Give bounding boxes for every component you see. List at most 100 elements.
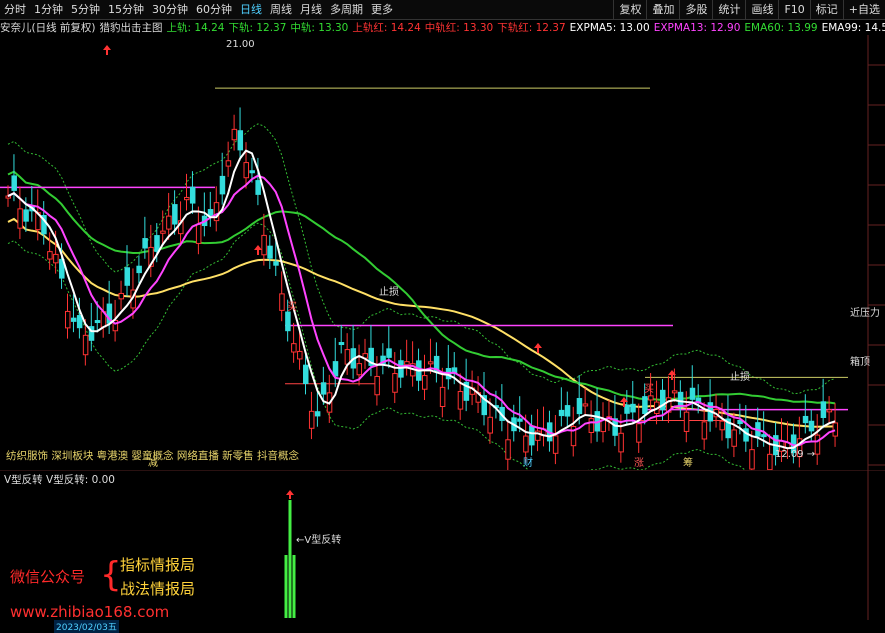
period-tab[interactable]: 多周期 <box>326 0 367 19</box>
candle-body <box>338 342 345 346</box>
candle-body <box>439 386 446 408</box>
candle-body <box>237 130 244 151</box>
candle-body <box>517 418 523 422</box>
candle-body <box>142 238 148 249</box>
candle-body <box>820 401 827 418</box>
candle-body <box>677 391 684 408</box>
candle-body <box>701 421 708 440</box>
candle-body <box>731 429 737 447</box>
candle-body <box>552 435 559 454</box>
period-tab[interactable]: 日线 <box>236 0 266 19</box>
period-tab[interactable]: 1分钟 <box>30 0 67 19</box>
candle-body <box>630 403 636 413</box>
candle-body <box>243 162 249 179</box>
candle-body <box>582 403 589 407</box>
candle-body <box>65 310 71 329</box>
candle-body <box>225 160 232 167</box>
sub-panel-legend: V型反转 V型反转: 0.00 <box>4 474 115 486</box>
candle-body <box>195 224 202 244</box>
period-tab[interactable]: 15分钟 <box>104 0 148 19</box>
period-tab[interactable]: 5分钟 <box>67 0 104 19</box>
period-tab[interactable]: 60分钟 <box>192 0 236 19</box>
legend-item: EMA60: 13.99 <box>744 21 818 34</box>
candle-body <box>255 180 261 195</box>
signal-bar <box>292 555 296 618</box>
toolbar-button[interactable]: 复权 <box>613 0 646 19</box>
candle-body <box>136 265 142 274</box>
candle-body <box>624 404 630 414</box>
candle-body <box>94 320 101 324</box>
candle-body <box>457 391 464 410</box>
cursor-date: 2023/02/03五 <box>54 620 119 633</box>
legend-item: 中轨: 13.30 <box>290 21 349 34</box>
candle-body <box>23 209 29 222</box>
toolbar-button[interactable]: 多股 <box>679 0 712 19</box>
buy-label: 买 <box>287 301 297 313</box>
period-tab[interactable]: 月线 <box>296 0 326 19</box>
candle-body <box>76 315 83 329</box>
legend-item: EMA99: 14.55 <box>821 21 885 34</box>
watermark-account: 微信公众号 <box>10 568 86 586</box>
legend-item: 下轨红: 12.37 <box>497 21 566 34</box>
brace-glyph: { <box>100 555 122 595</box>
candle-body <box>314 411 321 417</box>
candle-body <box>82 334 89 356</box>
candle-body <box>53 253 59 264</box>
candle-body <box>356 363 363 376</box>
signal-bar <box>284 555 288 618</box>
candle-body <box>427 361 434 365</box>
legend-item: 中轨红: 13.30 <box>424 21 494 34</box>
candle-body <box>219 175 226 195</box>
candle-body <box>374 375 380 396</box>
period-tab[interactable]: 30分钟 <box>148 0 192 19</box>
candle-body <box>529 425 535 446</box>
candle-body <box>160 230 166 234</box>
candle-body <box>172 204 178 225</box>
toolbar-button[interactable]: 标记 <box>809 0 843 19</box>
toolbar-button[interactable]: 统计 <box>712 0 745 19</box>
candle-body <box>618 432 624 453</box>
legend-item: EXPMA5: 13.00 <box>569 21 650 34</box>
candle-body <box>47 251 53 260</box>
upper-band <box>7 123 836 395</box>
legend-item: 上轨红: 14.24 <box>352 21 421 34</box>
candlestick-chart[interactable]: 21.0012.09 →买买止损止损近压力箱顶减财涨筹 <box>0 35 885 470</box>
candle-body <box>118 292 125 300</box>
candle-body <box>303 364 309 385</box>
toolbar-button[interactable]: 画线 <box>745 0 778 19</box>
candle-body <box>523 435 529 453</box>
signal-label: ←V型反转 <box>296 533 341 546</box>
toolbar-button[interactable]: +自选 <box>842 0 885 19</box>
candle-body <box>249 170 255 174</box>
indicator-legend: 安奈儿(日线 前复权) 猎豹出击主图 上轨: 14.24 下轨: 12.37 中轨:… <box>0 19 885 35</box>
period-tab[interactable]: 更多 <box>367 0 397 19</box>
candle-body <box>392 373 398 393</box>
concept-tags: 纺织服饰 深圳板块 粤港澳 婴童概念 网络直播 新零售 抖音概念 <box>6 450 300 462</box>
candle-body <box>231 128 238 141</box>
toolbar-button[interactable]: 叠加 <box>646 0 679 19</box>
signal-arrow <box>286 490 294 499</box>
candle-body <box>719 420 725 431</box>
candle-body <box>285 311 291 332</box>
candle-body <box>808 420 815 432</box>
candle-body <box>642 396 648 415</box>
candle-body <box>332 361 339 377</box>
candle-body <box>689 387 696 400</box>
period-tab[interactable]: 分时 <box>0 0 30 19</box>
buy-label: 买 <box>644 383 654 395</box>
toolbar-button[interactable]: F10 <box>778 0 809 19</box>
candle-body <box>398 360 404 378</box>
candle-body <box>11 175 17 191</box>
candle-body <box>154 235 160 252</box>
candle-body <box>166 215 172 230</box>
watermark-url: www.zhibiao168.com <box>10 603 170 621</box>
indicator-name[interactable]: 猎豹出击主图 <box>100 20 163 35</box>
up-arrow <box>103 45 111 55</box>
candle-body <box>767 453 773 470</box>
candle-body <box>189 186 196 204</box>
candle-body <box>297 350 303 360</box>
candle-body <box>386 348 392 358</box>
stock-title[interactable]: 安奈儿(日线 前复权) <box>0 20 96 35</box>
period-tab[interactable]: 周线 <box>266 0 296 19</box>
candle-body <box>802 415 809 424</box>
